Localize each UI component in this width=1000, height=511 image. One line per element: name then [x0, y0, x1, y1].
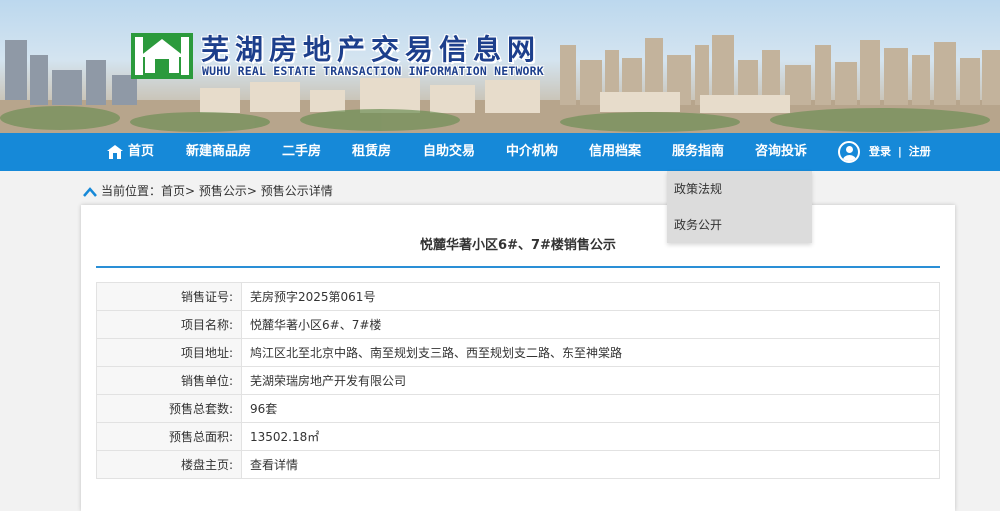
site-title: 芜湖房地产交易信息网 [201, 33, 542, 66]
login-link[interactable]: 登录 [869, 145, 891, 158]
register-link[interactable]: 注册 [909, 145, 931, 158]
row-label: 项目地址: [96, 338, 242, 367]
row-value: 查看详情 [241, 450, 940, 479]
row-label: 销售单位: [96, 366, 242, 395]
nav-item-label: 首页 [128, 144, 155, 159]
home-icon [107, 144, 123, 159]
breadcrumb-home[interactable]: 首页> [161, 184, 195, 198]
row-value: 鸠江区北至北京中路、南至规划支三路、西至规划支二路、东至神棠路 [241, 338, 940, 367]
nav-item-consult[interactable]: 咨询投诉 [755, 133, 807, 171]
title-divider [96, 266, 940, 268]
site-logo-icon[interactable] [131, 33, 193, 79]
nav-item-new-homes[interactable]: 新建商品房 [186, 133, 251, 171]
nav-item-agencies[interactable]: 中介机构 [506, 133, 558, 171]
chevron-up-icon [83, 186, 97, 197]
main-nav: 首页 新建商品房 二手房 租赁房 自助交易 中介机构 信用档案 服务指南 咨询投… [0, 133, 1000, 171]
row-value: 13502.18㎡ [241, 422, 940, 451]
service-guide-dropdown: 政策法规 政务公开 [667, 171, 812, 243]
row-value: 芜房预字2025第061号 [241, 282, 940, 311]
info-table: 销售证号: 芜房预字2025第061号 项目名称: 悦麓华著小区6#、7#楼 项… [96, 282, 940, 479]
table-row: 预售总套数: 96套 [96, 394, 940, 423]
site-subtitle: WUHU REAL ESTATE TRANSACTION INFORMATION… [202, 64, 544, 78]
detail-panel: 悦麓华著小区6#、7#楼销售公示 销售证号: 芜房预字2025第061号 项目名… [81, 205, 955, 511]
table-row: 项目名称: 悦麓华著小区6#、7#楼 [96, 310, 940, 339]
nav-item-rental[interactable]: 租赁房 [352, 133, 391, 171]
table-row: 楼盘主页: 查看详情 [96, 450, 940, 479]
row-label: 项目名称: [96, 310, 242, 339]
row-value: 96套 [241, 394, 940, 423]
dropdown-item-policy[interactable]: 政策法规 [667, 171, 812, 207]
nav-item-self-service[interactable]: 自助交易 [423, 133, 475, 171]
user-icon[interactable] [838, 141, 860, 163]
breadcrumb-prefix: 当前位置： [101, 184, 162, 198]
row-label: 楼盘主页: [96, 450, 242, 479]
view-details-link[interactable]: 查看详情 [250, 458, 298, 472]
row-value: 悦麓华著小区6#、7#楼 [241, 310, 940, 339]
page-title: 悦麓华著小区6#、7#楼销售公示 [420, 238, 616, 253]
breadcrumb: 当前位置：首页> 预售公示> 预售公示详情 [83, 182, 333, 199]
nav-item-second-hand[interactable]: 二手房 [282, 133, 321, 171]
login-register: 登录 | 注册 [869, 133, 931, 171]
nav-item-service-guide[interactable]: 服务指南 [672, 133, 724, 171]
row-label: 销售证号: [96, 282, 242, 311]
breadcrumb-presale[interactable]: 预售公示> [199, 184, 257, 198]
row-value: 芜湖荣瑞房地产开发有限公司 [241, 366, 940, 395]
nav-item-credit[interactable]: 信用档案 [589, 133, 641, 171]
table-row: 销售单位: 芜湖荣瑞房地产开发有限公司 [96, 366, 940, 395]
row-label: 预售总套数: [96, 394, 242, 423]
nav-item-home[interactable]: 首页 [106, 133, 154, 171]
header-banner: 芜湖房地产交易信息网 WUHU REAL ESTATE TRANSACTION … [0, 0, 1000, 133]
dropdown-item-public-affairs[interactable]: 政务公开 [667, 207, 812, 243]
row-label: 预售总面积: [96, 422, 242, 451]
table-row: 销售证号: 芜房预字2025第061号 [96, 282, 940, 311]
login-separator: | [897, 145, 902, 158]
breadcrumb-current: 预售公示详情 [260, 184, 333, 198]
table-row: 预售总面积: 13502.18㎡ [96, 422, 940, 451]
table-row: 项目地址: 鸠江区北至北京中路、南至规划支三路、西至规划支二路、东至神棠路 [96, 338, 940, 367]
